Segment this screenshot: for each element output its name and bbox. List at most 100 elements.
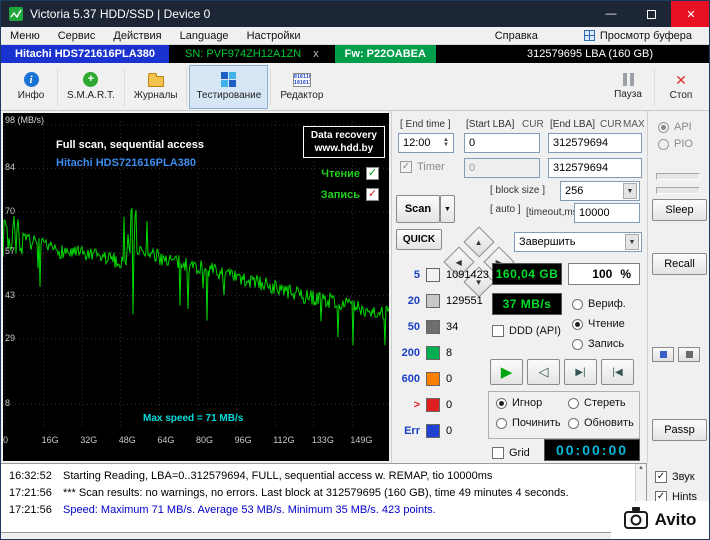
serial-close-x[interactable]: x — [313, 48, 319, 60]
ddd-checkbox[interactable] — [492, 325, 504, 337]
timer-option[interactable]: Timer — [400, 161, 445, 173]
y-tick-29: 29 — [5, 333, 16, 344]
step-back-button[interactable]: ◁ — [527, 359, 560, 385]
scan-dropdown-button[interactable]: ▼ — [440, 195, 455, 223]
write-mode-radio[interactable] — [572, 338, 583, 350]
stop-button[interactable]: ✕ Стоп — [657, 65, 705, 109]
timer-checkbox[interactable] — [400, 161, 412, 173]
verify-option[interactable]: Вериф. — [572, 298, 626, 310]
block-size-dropdown[interactable]: 256 ▼ — [560, 181, 640, 201]
erase-option[interactable]: Стереть — [568, 397, 626, 409]
x-tick-149G: 149G — [350, 435, 373, 445]
controls-panel: [ End time ] 12:00 ▲ ▼ [Start LBA] CUR 0 … — [391, 111, 647, 463]
read-label: Чтение — [321, 167, 360, 180]
device-model[interactable]: Hitachi HDS721616PLA380 — [1, 45, 170, 63]
finish-action-dropdown[interactable]: Завершить ▼ — [514, 232, 642, 252]
verify-label: Вериф. — [588, 298, 626, 310]
mini-button-2[interactable] — [678, 347, 700, 362]
end-lba-max-button[interactable]: MAX — [623, 119, 645, 130]
info-button[interactable]: i Инфо — [7, 65, 55, 109]
skip-end-button[interactable]: ▶| — [564, 359, 597, 385]
journals-button[interactable]: Журналы — [127, 65, 185, 109]
stat-row-20: 20 129551 — [394, 293, 489, 309]
repair-option[interactable]: Починить — [496, 417, 561, 429]
window-title: Victoria 5.37 HDD/SSD | Device 0 — [30, 7, 211, 21]
skip-home-button[interactable]: |◀ — [601, 359, 634, 385]
menu-item-3[interactable]: Language — [171, 30, 238, 42]
testing-button[interactable]: Тестирование — [189, 64, 269, 109]
minimize-button[interactable]: — — [591, 1, 631, 27]
pio-radio[interactable] — [658, 138, 669, 150]
refresh-radio[interactable] — [568, 417, 579, 429]
scroll-up-icon[interactable]: ▲ — [638, 465, 644, 471]
erase-radio[interactable] — [568, 397, 579, 409]
log-area: 16:32:52 Starting Reading, LBA=0..3125796… — [1, 463, 709, 533]
recall-button[interactable]: Recall — [652, 253, 707, 275]
verify-radio[interactable] — [572, 298, 583, 310]
scan-label: Scan — [404, 203, 432, 215]
read-mode-option[interactable]: Чтение — [572, 318, 625, 330]
repair-radio[interactable] — [496, 417, 507, 429]
apm-slider[interactable] — [656, 187, 700, 194]
start-lba-cur-button[interactable]: CUR — [522, 119, 544, 130]
info-icon: i — [23, 72, 39, 87]
passp-button[interactable]: Passp — [652, 419, 707, 441]
chevron-down-icon[interactable]: ▼ — [623, 183, 637, 199]
write-checkbox[interactable]: ✓ — [366, 188, 379, 201]
ignore-radio[interactable] — [496, 397, 507, 409]
sleep-button[interactable]: Sleep — [652, 199, 707, 221]
current-lba-input[interactable]: 312579694 — [548, 158, 642, 178]
end-time-spinner[interactable]: 12:00 ▲ ▼ — [398, 133, 454, 153]
mini-button-1[interactable] — [652, 347, 674, 362]
menu-item-help[interactable]: Справка — [486, 30, 547, 42]
log-row-1: 17:21:56 *** Scan results: no warnings, n… — [1, 484, 646, 501]
y-axis-top-label: 98 (MB/s) — [5, 115, 45, 125]
timeout-input[interactable]: 10000 — [574, 203, 640, 223]
max-speed-note: Max speed = 71 MB/s — [143, 413, 244, 424]
sound-label: Звук — [672, 471, 695, 483]
ignore-option[interactable]: Игнор — [496, 397, 542, 409]
ddd-option[interactable]: DDD (API) — [492, 325, 561, 337]
quick-button[interactable]: QUICK — [396, 229, 442, 250]
smart-button[interactable]: + S.M.A.R.T. — [60, 65, 122, 109]
menu-item-0[interactable]: Меню — [1, 30, 49, 42]
device-bar: Hitachi HDS721616PLA380 SN: PVF974ZH12A1… — [1, 45, 709, 63]
chevron-down-icon[interactable]: ▼ — [625, 234, 639, 250]
aam-slider[interactable] — [656, 173, 700, 180]
menu-item-1[interactable]: Сервис — [49, 30, 105, 42]
read-checkbox[interactable]: ✓ — [366, 167, 379, 180]
dpad-up-button[interactable]: ▲ — [463, 226, 495, 258]
write-mode-option[interactable]: Запись — [572, 338, 624, 350]
start-lba-input[interactable]: 0 — [464, 133, 540, 153]
avito-watermark: Avito — [611, 501, 709, 539]
start-lba-value: 0 — [469, 137, 476, 149]
scan-button[interactable]: Scan — [396, 195, 440, 223]
api-radio[interactable] — [658, 121, 669, 133]
close-button[interactable]: ✕ — [671, 1, 709, 27]
buffer-view-button[interactable]: Просмотр буфера — [575, 30, 701, 42]
editor-button[interactable]: Редактор — [273, 65, 330, 109]
maximize-button[interactable] — [631, 1, 671, 27]
graph-title: Full scan, sequential access — [56, 139, 204, 151]
timer-value-input[interactable]: 0 — [464, 158, 540, 178]
end-lba-label: [End LBA] — [550, 119, 596, 130]
menu-item-2[interactable]: Действия — [104, 30, 170, 42]
grid-option[interactable]: Grid — [492, 447, 530, 459]
log-message: Starting Reading, LBA=0..312579694, FULL… — [63, 469, 493, 482]
refresh-option[interactable]: Обновить — [568, 417, 634, 429]
block-size-label: [ block size ] — [490, 185, 546, 196]
end-lba-input[interactable]: 312579694 — [548, 133, 642, 153]
start-test-button[interactable]: ▶ — [490, 359, 523, 385]
api-option[interactable]: API — [658, 121, 692, 133]
pio-option[interactable]: PIO — [658, 138, 693, 150]
stat-threshold-label: 200 — [401, 347, 420, 359]
sound-checkbox[interactable] — [655, 471, 667, 483]
spinner-arrows-icon[interactable]: ▲ ▼ — [443, 137, 449, 148]
menu-item-4[interactable]: Настройки — [238, 30, 310, 42]
read-mode-radio[interactable] — [572, 318, 583, 330]
pause-button[interactable]: Пауза — [604, 65, 652, 109]
grid-checkbox[interactable] — [492, 447, 504, 459]
stat-threshold-label: Err — [404, 425, 420, 437]
end-lba-cur-button[interactable]: CUR — [600, 119, 622, 130]
sound-option[interactable]: Звук — [655, 471, 695, 483]
